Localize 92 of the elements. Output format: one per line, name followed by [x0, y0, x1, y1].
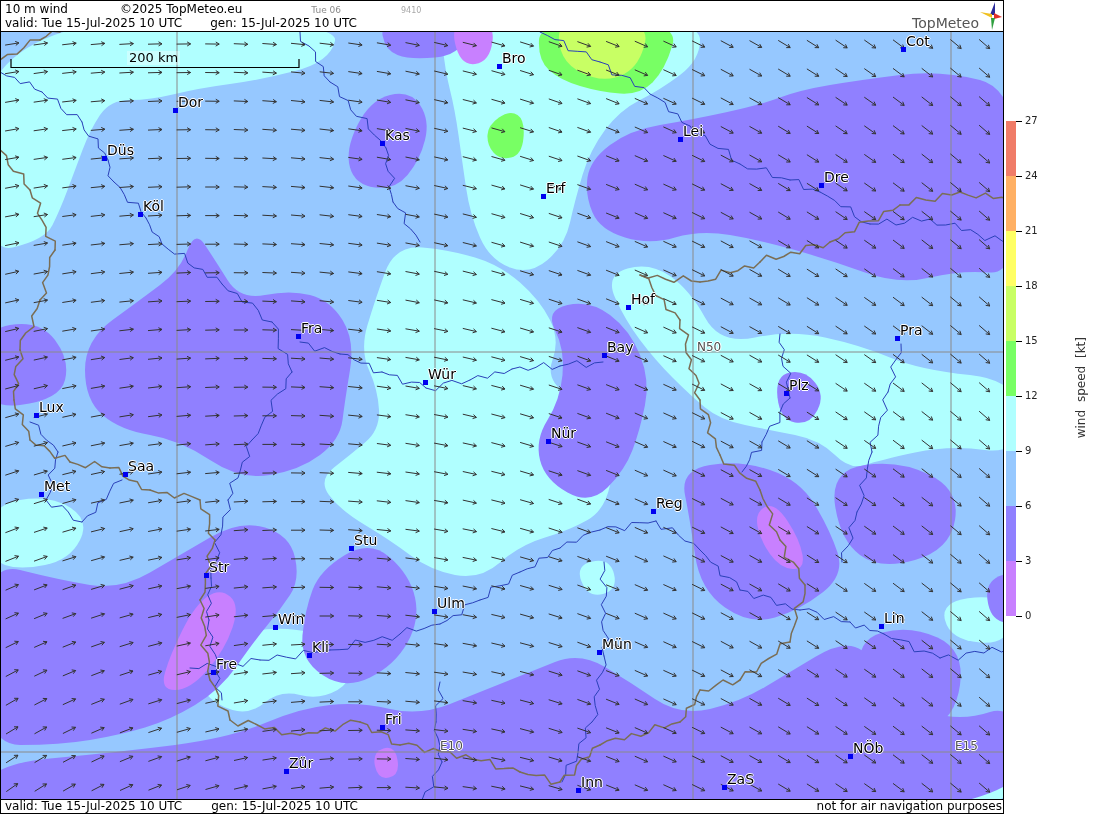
city-marker-icon	[602, 353, 607, 358]
city-label: Met	[44, 479, 71, 494]
city-marker-icon	[380, 141, 385, 146]
city-label: Pra	[900, 323, 923, 338]
city-label: Köl	[143, 199, 164, 214]
city-label: Lei	[683, 124, 704, 139]
city-marker-icon	[307, 653, 312, 658]
tick-label: 3	[1025, 555, 1032, 567]
city-marker-icon	[296, 334, 301, 339]
city-marker-icon	[173, 108, 178, 113]
city-label: Nür	[551, 426, 577, 441]
generation-time: gen: 15-Jul-2025 10 UTC	[210, 16, 357, 30]
grid-label: E15	[955, 740, 978, 753]
tick-label: 27	[1025, 115, 1038, 127]
city-label: Wür	[428, 367, 456, 382]
city-label: Lux	[39, 400, 64, 415]
city-marker-icon	[546, 439, 551, 444]
city-marker-icon	[651, 509, 656, 514]
city-label: Zür	[289, 756, 314, 771]
city-label: Inn	[581, 775, 603, 790]
city-marker-icon	[895, 336, 900, 341]
city-marker-icon	[284, 769, 289, 774]
city-label: Reg	[656, 496, 683, 511]
city-marker-icon	[497, 64, 502, 69]
city-label: Cot	[906, 34, 930, 49]
logo-text: TopMeteo	[912, 15, 979, 31]
city-label: Dre	[824, 170, 849, 185]
grid-label: N50	[697, 341, 722, 354]
scale-label: 200 km	[127, 51, 181, 65]
city-marker-icon	[879, 624, 884, 629]
city-marker-icon	[626, 305, 631, 310]
copyright-text: ©2025 TopMeteo.eu	[119, 2, 243, 16]
valid-time: valid: Tue 15-Jul-2025 10 UTC	[5, 16, 183, 30]
city-marker-icon	[211, 670, 216, 675]
city-marker-icon	[597, 650, 602, 655]
city-marker-icon	[349, 546, 354, 551]
city-marker-icon	[123, 472, 128, 477]
city-label: Kli	[312, 640, 329, 655]
city-label: Bay	[607, 340, 634, 355]
city-label: Ulm	[437, 596, 465, 611]
generation-time: gen: 15-Jul-2025 10 UTC	[211, 800, 358, 813]
city-marker-icon	[819, 183, 824, 188]
legend-title: wind speed [kt]	[1073, 337, 1088, 439]
city-marker-icon	[678, 137, 683, 142]
tick-label: 9	[1025, 445, 1032, 457]
city-marker-icon	[39, 492, 44, 497]
city-marker-icon	[848, 754, 853, 759]
disclaimer-text: not for air navigation purposes	[816, 800, 1003, 813]
run-label: Tue 06	[311, 4, 342, 17]
valid-time: valid: Tue 15-Jul-2025 10 UTC	[5, 800, 183, 813]
city-marker-icon	[901, 47, 906, 52]
city-marker-icon	[432, 609, 437, 614]
city-label: Lin	[884, 611, 905, 626]
city-label: Plz	[789, 378, 809, 393]
city-marker-icon	[34, 413, 39, 418]
city-label: Bro	[502, 51, 526, 66]
city-label: Hof	[631, 292, 656, 307]
city-label: Str	[209, 560, 230, 575]
city-label: NÖb	[853, 741, 884, 756]
tick-label: 12	[1025, 390, 1038, 402]
city-marker-icon	[541, 194, 546, 199]
tick-label: 15	[1025, 335, 1038, 347]
city-label: Mün	[602, 637, 632, 652]
tick-label: 6	[1025, 500, 1032, 512]
city-marker-icon	[380, 725, 385, 730]
city-marker-icon	[102, 156, 107, 161]
city-label: Stu	[354, 533, 378, 548]
city-label: Win	[278, 612, 305, 627]
city-label: Erf	[546, 181, 566, 196]
city-label: Fre	[216, 657, 238, 672]
city-marker-icon	[138, 212, 143, 217]
city-marker-icon	[423, 380, 428, 385]
tick-label: 21	[1025, 225, 1038, 237]
city-label: Fra	[301, 321, 323, 336]
city-marker-icon	[273, 625, 278, 630]
city-label: Saa	[128, 459, 155, 474]
city-marker-icon	[784, 391, 789, 396]
map-title: 10 m wind	[5, 2, 68, 16]
city-label: Dor	[178, 95, 204, 110]
tick-label: 18	[1025, 280, 1038, 292]
city-label: Kas	[385, 128, 410, 143]
city-marker-icon	[722, 785, 727, 790]
city-marker-icon	[576, 788, 581, 793]
code-label: 9410	[401, 5, 422, 17]
city-label: ZaS	[727, 772, 755, 787]
compass-star-icon	[980, 2, 1002, 30]
city-marker-icon	[204, 573, 209, 578]
city-label: Fri	[385, 712, 402, 727]
tick-label: 24	[1025, 170, 1038, 182]
grid-label: E10	[440, 740, 463, 753]
tick-label: 0	[1025, 610, 1032, 622]
city-label: Düs	[107, 143, 134, 158]
